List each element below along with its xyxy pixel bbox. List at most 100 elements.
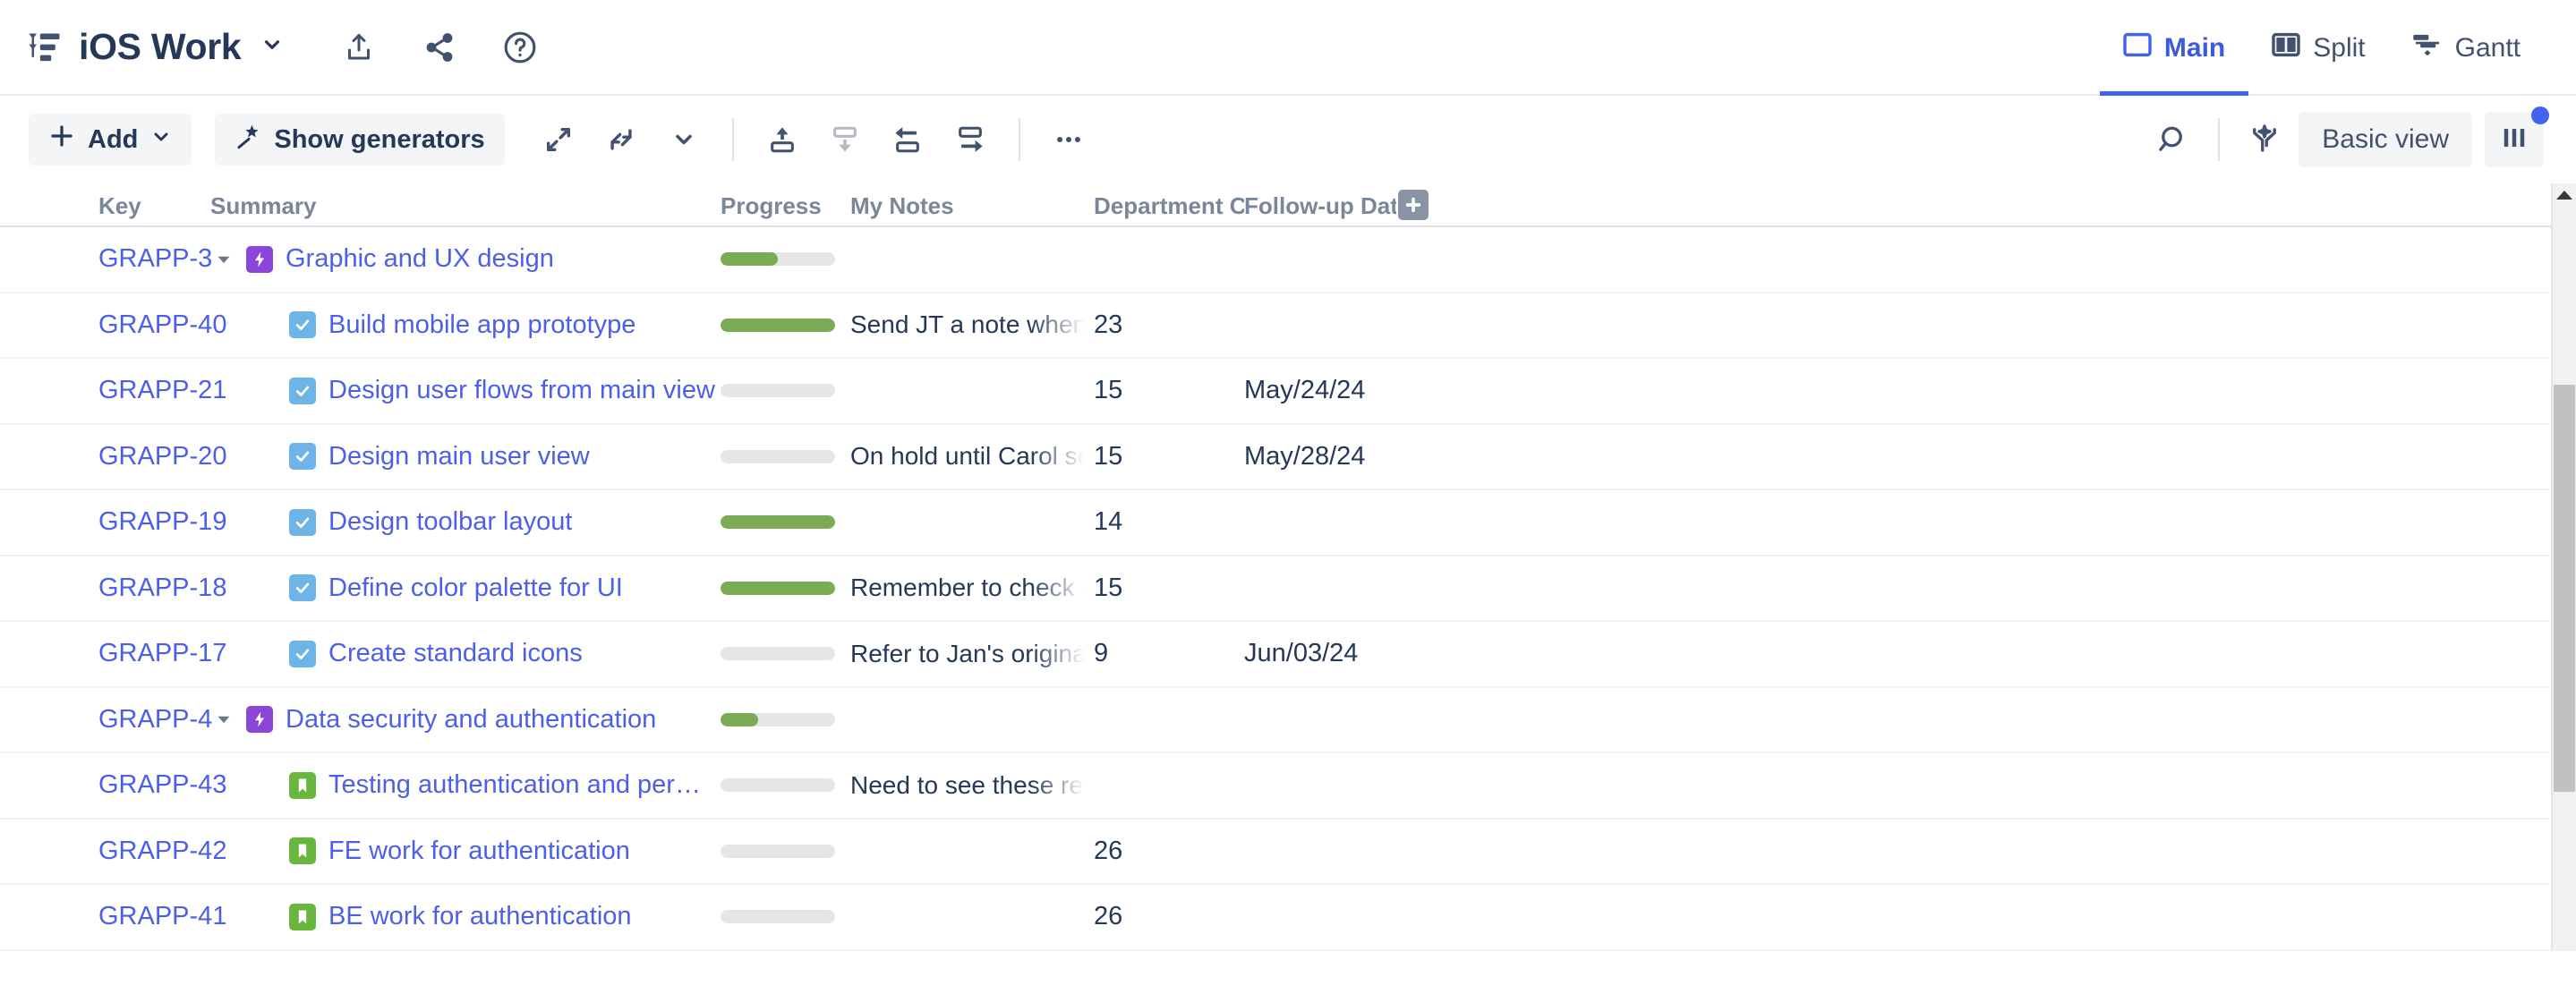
show-generators-button[interactable]: Show generators xyxy=(215,114,505,166)
table-row[interactable]: GRAPP-43 Testing authentication and permi… xyxy=(0,753,2549,820)
magic-filter-icon[interactable] xyxy=(2239,115,2290,165)
issue-key-link[interactable]: GRAPP-20 xyxy=(98,442,226,471)
issue-summary-link[interactable]: BE work for authentication xyxy=(328,902,632,931)
vertical-scrollbar[interactable] xyxy=(2551,183,2576,951)
row-my-notes-cell[interactable]: Need to see these results before finishi… xyxy=(850,770,1094,800)
tab-gantt[interactable]: Gantt xyxy=(2389,0,2544,96)
issue-key-link[interactable]: GRAPP-18 xyxy=(98,573,226,602)
expand-collapse-toggle[interactable] xyxy=(210,709,237,729)
row-progress-cell[interactable] xyxy=(721,252,850,267)
row-department-code-cell[interactable]: 9 xyxy=(1094,639,1244,668)
row-progress-cell[interactable] xyxy=(721,712,850,726)
export-icon[interactable] xyxy=(339,28,379,67)
issue-summary-link[interactable]: FE work for authentication xyxy=(328,837,630,866)
main-toolbar: Add Show generators Basic view xyxy=(0,96,2576,183)
view-selector-button[interactable]: Basic view xyxy=(2299,112,2472,167)
progress-bar xyxy=(721,712,835,726)
issue-summary-link[interactable]: Design user flows from main view xyxy=(328,376,715,405)
tab-main[interactable]: Main xyxy=(2099,0,2249,96)
tab-split[interactable]: Split xyxy=(2248,0,2388,96)
table-row[interactable]: GRAPP-21 Design user flows from main view… xyxy=(0,359,2549,425)
issue-summary-link[interactable]: Data security and authentication xyxy=(286,705,656,735)
issue-key-link[interactable]: GRAPP-43 xyxy=(98,770,226,799)
row-department-code-cell[interactable]: 15 xyxy=(1094,573,1244,603)
row-progress-cell[interactable] xyxy=(721,647,850,661)
table-row[interactable]: GRAPP-3 Graphic and UX design xyxy=(0,227,2549,293)
columns-button[interactable] xyxy=(2485,106,2549,167)
table-row[interactable]: GRAPP-18 Define color palette for UI Remem… xyxy=(0,556,2549,622)
row-progress-cell[interactable] xyxy=(721,384,850,398)
issue-key-link[interactable]: GRAPP-40 xyxy=(98,310,226,339)
share-icon[interactable] xyxy=(420,28,459,67)
issue-summary-link[interactable]: Create standard icons xyxy=(328,639,583,668)
table-row[interactable]: GRAPP-40 Build mobile app prototype Send J… xyxy=(0,293,2549,359)
table-row[interactable]: GRAPP-20 Design main user view On hold unt… xyxy=(0,425,2549,490)
row-progress-cell[interactable] xyxy=(721,778,850,793)
add-button[interactable]: Add xyxy=(29,114,192,166)
help-icon[interactable] xyxy=(500,28,540,67)
issue-summary-link[interactable]: Graphic and UX design xyxy=(286,244,554,274)
issue-summary-link[interactable]: Design main user view xyxy=(328,442,590,472)
issue-summary-link[interactable]: Design toolbar layout xyxy=(328,507,572,537)
column-header-department-code[interactable]: Department Code xyxy=(1094,192,1244,220)
outdent-icon[interactable] xyxy=(883,115,933,165)
table-row[interactable]: GRAPP-41 BE work for authentication 26 xyxy=(0,885,2549,951)
more-horizontal-icon[interactable] xyxy=(1044,115,1094,165)
add-column-button[interactable] xyxy=(1396,190,1430,220)
move-down-icon[interactable] xyxy=(820,115,870,165)
scroll-thumb[interactable] xyxy=(2554,385,2575,792)
issue-key-link[interactable]: GRAPP-42 xyxy=(98,837,226,865)
table-row[interactable]: GRAPP-17 Create standard icons Refer to Ja… xyxy=(0,622,2549,688)
row-progress-cell[interactable] xyxy=(721,844,850,858)
row-my-notes-cell[interactable]: Remember to check contrast. xyxy=(850,573,1094,603)
row-department-code-cell[interactable]: 26 xyxy=(1094,902,1244,931)
row-my-notes-cell[interactable]: On hold until Carol sends feedback xyxy=(850,442,1094,472)
issue-key-link[interactable]: GRAPP-4 xyxy=(98,705,212,734)
issue-summary-link[interactable]: Testing authentication and permissions xyxy=(328,770,721,800)
row-department-code-cell[interactable]: 23 xyxy=(1094,310,1244,340)
row-department-code-cell[interactable]: 15 xyxy=(1094,376,1244,405)
view-tabs: Main Split Gantt xyxy=(2099,0,2544,96)
issue-key-link[interactable]: GRAPP-21 xyxy=(98,376,226,404)
plus-icon xyxy=(48,123,75,157)
department-code-value: 15 xyxy=(1094,573,1123,602)
row-department-code-cell[interactable]: 14 xyxy=(1094,507,1244,537)
department-code-value: 15 xyxy=(1094,376,1123,405)
caret-up-icon[interactable] xyxy=(2553,183,2576,207)
collapse-arrows-icon[interactable] xyxy=(596,115,646,165)
row-my-notes-cell[interactable]: Send JT a note when finished. xyxy=(850,310,1094,340)
row-my-notes-cell[interactable]: Refer to Jan's original designs. xyxy=(850,639,1094,668)
issue-key-link[interactable]: GRAPP-19 xyxy=(98,507,226,536)
issue-key-link[interactable]: GRAPP-41 xyxy=(98,902,226,930)
row-follow-up-date-cell[interactable]: Jun/03/24 xyxy=(1244,639,1396,668)
move-up-icon[interactable] xyxy=(757,115,807,165)
row-progress-cell[interactable] xyxy=(721,449,850,463)
column-header-my-notes[interactable]: My Notes xyxy=(850,192,1094,220)
row-progress-cell[interactable] xyxy=(721,581,850,595)
issue-summary-link[interactable]: Build mobile app prototype xyxy=(328,310,635,340)
table-row[interactable]: GRAPP-19 Design toolbar layout 14 xyxy=(0,490,2549,556)
column-header-follow-up-date[interactable]: Follow-up Date xyxy=(1244,192,1396,220)
row-progress-cell[interactable] xyxy=(721,515,850,530)
row-progress-cell[interactable] xyxy=(721,910,850,924)
column-header-progress[interactable]: Progress xyxy=(721,192,850,220)
column-header-summary[interactable]: Summary xyxy=(210,192,721,220)
search-icon[interactable] xyxy=(2148,115,2198,165)
chevron-down-icon[interactable] xyxy=(659,115,709,165)
table-row[interactable]: GRAPP-42 FE work for authentication 26 xyxy=(0,820,2549,885)
issue-key-link[interactable]: GRAPP-17 xyxy=(98,639,226,667)
indent-icon[interactable] xyxy=(945,115,995,165)
row-follow-up-date-cell[interactable]: May/24/24 xyxy=(1244,376,1396,405)
expand-arrows-icon[interactable] xyxy=(533,115,584,165)
chevron-down-icon[interactable] xyxy=(260,33,284,61)
row-progress-cell[interactable] xyxy=(721,318,850,332)
expand-collapse-toggle[interactable] xyxy=(210,250,237,269)
row-department-code-cell[interactable]: 26 xyxy=(1094,837,1244,866)
issue-key-link[interactable]: GRAPP-3 xyxy=(98,244,212,273)
row-department-code-cell[interactable]: 15 xyxy=(1094,442,1244,472)
table-row[interactable]: GRAPP-4 Data security and authentication xyxy=(0,688,2549,753)
issue-summary-link[interactable]: Define color palette for UI xyxy=(328,573,623,603)
row-follow-up-date-cell[interactable]: May/28/24 xyxy=(1244,442,1396,472)
row-key-cell: GRAPP-4 xyxy=(98,705,212,735)
column-header-key[interactable]: Key xyxy=(98,192,210,220)
